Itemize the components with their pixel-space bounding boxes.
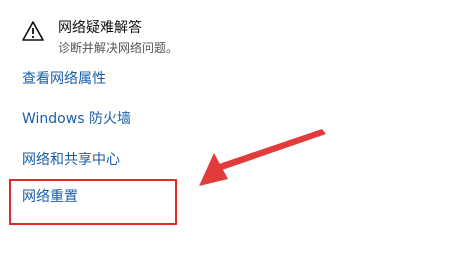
highlight-box bbox=[9, 179, 177, 225]
network-sharing-center-link[interactable]: 网络和共享中心 bbox=[22, 149, 120, 169]
warning-icon bbox=[22, 21, 44, 41]
troubleshooter-text: 网络疑难解答 诊断并解决网络问题。 bbox=[58, 18, 178, 57]
troubleshooter-title: 网络疑难解答 bbox=[58, 20, 142, 36]
troubleshooter-description: 诊断并解决网络问题。 bbox=[58, 41, 179, 55]
view-network-properties-link[interactable]: 查看网络属性 bbox=[22, 68, 106, 88]
windows-firewall-link[interactable]: Windows 防火墙 bbox=[22, 108, 131, 128]
network-settings-panel: 网络疑难解答 诊断并解决网络问题。 查看网络属性 Windows 防火墙 网络和… bbox=[0, 0, 459, 275]
network-troubleshooter[interactable]: 网络疑难解答 诊断并解决网络问题。 bbox=[22, 18, 178, 57]
